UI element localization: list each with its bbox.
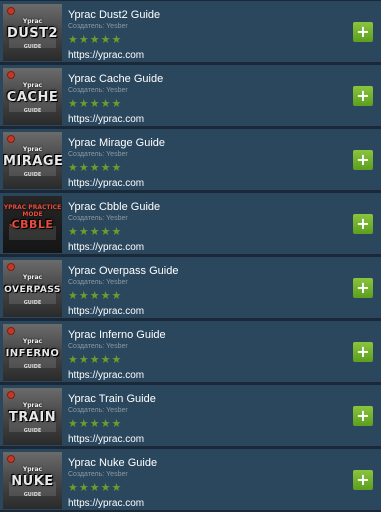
guide-item[interactable]: YPRAC PRACTICE MODE ◀ CBBLE Yprac Cbble … (0, 192, 381, 254)
thumbnail-brand: Yprac (22, 466, 43, 473)
guide-author: Создатель: Yesber (68, 471, 128, 478)
guide-url: https://yprac.com (68, 498, 145, 509)
thumbnail-brand: YPRAC PRACTICE MODE (3, 204, 62, 218)
badge-icon (7, 391, 15, 399)
add-button[interactable]: + (353, 86, 373, 106)
guide-url: https://yprac.com (68, 434, 145, 445)
badge-icon (7, 455, 15, 463)
guide-url: https://yprac.com (68, 50, 145, 61)
guide-author: Создатель: Yesber (68, 151, 128, 158)
badge-icon (7, 263, 15, 271)
guide-thumbnail[interactable]: Yprac INFERNO GUIDE (3, 324, 62, 381)
add-button[interactable]: + (353, 278, 373, 298)
guide-item[interactable]: Yprac OVERPASS GUIDE Yprac Overpass Guid… (0, 256, 381, 318)
guide-thumbnail[interactable]: YPRAC PRACTICE MODE ◀ CBBLE (3, 196, 62, 253)
guide-url: https://yprac.com (68, 306, 145, 317)
thumbnail-subtitle: GUIDE (23, 172, 42, 178)
guide-title[interactable]: Yprac Inferno Guide (68, 329, 166, 341)
guide-item[interactable]: Yprac DUST2 GUIDE Yprac Dust2 Guide Созд… (0, 0, 381, 62)
add-button[interactable]: + (353, 470, 373, 490)
guide-thumbnail[interactable]: Yprac CACHE GUIDE (3, 68, 62, 125)
badge-icon (7, 7, 15, 15)
guide-list: Yprac DUST2 GUIDE Yprac Dust2 Guide Созд… (0, 0, 381, 512)
rating-stars-icon: ★★★★★ (68, 97, 123, 110)
rating-stars-icon: ★★★★★ (68, 161, 123, 174)
guide-thumbnail[interactable]: Yprac OVERPASS GUIDE (3, 260, 62, 317)
rating-stars-icon: ★★★★★ (68, 33, 123, 46)
thumbnail-map-title: INFERNO (5, 348, 60, 359)
thumbnail-map-title: DUST2 (6, 26, 59, 41)
thumbnail-map-title: NUKE (11, 474, 54, 489)
rating-stars-icon: ★★★★★ (68, 417, 123, 430)
guide-item[interactable]: Yprac CACHE GUIDE Yprac Cache Guide Созд… (0, 64, 381, 126)
thumbnail-subtitle: GUIDE (23, 108, 42, 114)
guide-title[interactable]: Yprac Mirage Guide (68, 137, 165, 149)
thumbnail-subtitle: GUIDE (23, 428, 42, 434)
thumbnail-map-title: OVERPASS (4, 285, 61, 295)
guide-thumbnail[interactable]: Yprac NUKE GUIDE (3, 452, 62, 509)
thumbnail-subtitle: GUIDE (23, 364, 42, 370)
thumbnail-brand: Yprac (22, 402, 43, 409)
thumbnail-subtitle: GUIDE (23, 300, 42, 306)
badge-icon (7, 135, 15, 143)
thumbnail-map-title: CACHE (6, 90, 59, 105)
add-button[interactable]: + (353, 150, 373, 170)
guide-author: Создатель: Yesber (68, 215, 128, 222)
rating-stars-icon: ★★★★★ (68, 481, 123, 494)
guide-url: https://yprac.com (68, 370, 145, 381)
guide-title[interactable]: Yprac Dust2 Guide (68, 9, 160, 21)
thumbnail-subtitle: GUIDE (23, 44, 42, 50)
add-button[interactable]: + (353, 406, 373, 426)
guide-author: Создатель: Yesber (68, 87, 128, 94)
thumbnail-brand: Yprac (22, 274, 43, 281)
thumbnail-brand: Yprac (22, 338, 43, 345)
guide-url: https://yprac.com (68, 178, 145, 189)
guide-author: Создатель: Yesber (68, 407, 128, 414)
rating-stars-icon: ★★★★★ (68, 353, 123, 366)
guide-thumbnail[interactable]: Yprac TRAIN GUIDE (3, 388, 62, 445)
guide-author: Создатель: Yesber (68, 343, 128, 350)
add-button[interactable]: + (353, 342, 373, 362)
badge-icon (7, 71, 15, 79)
guide-url: https://yprac.com (68, 242, 145, 253)
guide-thumbnail[interactable]: Yprac MIRAGE GUIDE (3, 132, 62, 189)
thumbnail-map-title: MIRAGE (3, 154, 62, 169)
guide-item[interactable]: Yprac TRAIN GUIDE Yprac Train Guide Созд… (0, 384, 381, 446)
guide-title[interactable]: Yprac Nuke Guide (68, 457, 157, 469)
guide-item[interactable]: Yprac MIRAGE GUIDE Yprac Mirage Guide Со… (0, 128, 381, 190)
thumbnail-brand: Yprac (22, 82, 43, 89)
badge-icon (7, 327, 15, 335)
thumbnail-brand: Yprac (22, 18, 43, 25)
guide-item[interactable]: Yprac NUKE GUIDE Yprac Nuke Guide Создат… (0, 448, 381, 510)
guide-title[interactable]: Yprac Train Guide (68, 393, 156, 405)
guide-author: Создатель: Yesber (68, 279, 128, 286)
rating-stars-icon: ★★★★★ (68, 289, 123, 302)
guide-thumbnail[interactable]: Yprac DUST2 GUIDE (3, 4, 62, 61)
guide-url: https://yprac.com (68, 114, 145, 125)
guide-title[interactable]: Yprac Cache Guide (68, 73, 163, 85)
guide-title[interactable]: Yprac Cbble Guide (68, 201, 160, 213)
add-button[interactable]: + (353, 214, 373, 234)
rating-stars-icon: ★★★★★ (68, 225, 123, 238)
thumbnail-map-title: TRAIN (8, 410, 57, 425)
guide-title[interactable]: Yprac Overpass Guide (68, 265, 178, 277)
thumbnail-map-title: CBBLE (11, 218, 54, 231)
guide-author: Создатель: Yesber (68, 23, 128, 30)
add-button[interactable]: + (353, 22, 373, 42)
thumbnail-subtitle: GUIDE (23, 492, 42, 498)
thumbnail-brand: Yprac (22, 146, 43, 153)
guide-item[interactable]: Yprac INFERNO GUIDE Yprac Inferno Guide … (0, 320, 381, 382)
